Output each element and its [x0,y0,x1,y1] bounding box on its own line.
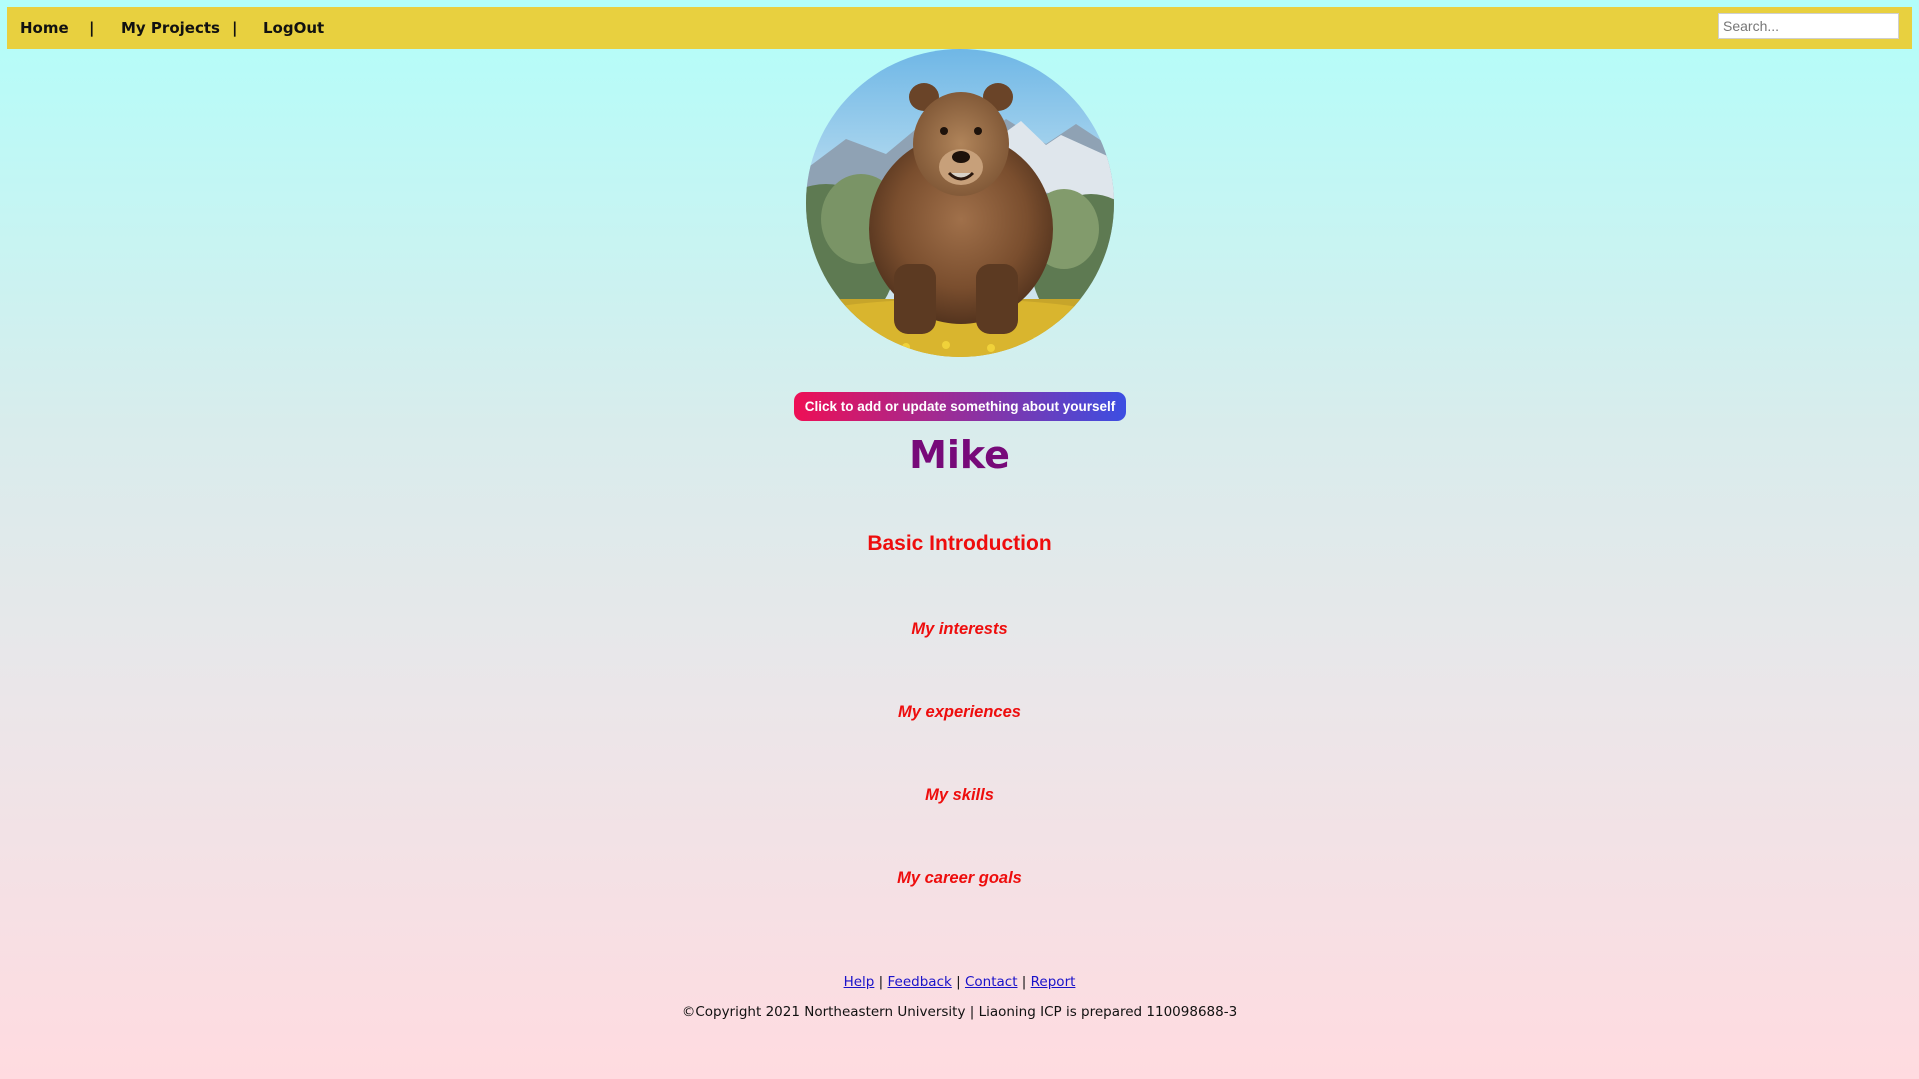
nav-separator: | [89,19,95,37]
my-career-goals-heading: My career goals [897,869,1022,887]
profile-name: Mike [909,433,1010,477]
update-profile-button[interactable]: Click to add or update something about y… [794,392,1126,421]
copyright-text: ©Copyright 2021 Northeastern University … [681,1004,1238,1020]
my-skills-heading: My skills [925,786,994,804]
my-interests-heading: My interests [911,620,1008,638]
footer-feedback-link[interactable]: Feedback [888,974,952,990]
avatar [806,49,1114,357]
nav-logout-link[interactable]: LogOut [263,7,324,49]
nav-separator: | [232,19,238,37]
basic-introduction-heading: Basic Introduction [867,532,1052,555]
nav-home-link[interactable]: Home [20,7,69,49]
footer-help-link[interactable]: Help [844,974,875,990]
footer-links: Help | Feedback | Contact | Report [0,974,1919,990]
footer-separator: | [956,974,961,990]
search-input[interactable] [1718,13,1899,39]
my-experiences-heading: My experiences [898,703,1021,721]
footer-separator: | [1021,974,1027,990]
footer-report-link[interactable]: Report [1031,974,1076,990]
top-navbar: Home | My Projects | LogOut [7,7,1912,49]
nav-my-projects-link[interactable]: My Projects [121,7,220,49]
footer-contact-link[interactable]: Contact [965,974,1018,990]
bear-photo [806,49,1114,357]
footer-separator: | [878,974,884,990]
